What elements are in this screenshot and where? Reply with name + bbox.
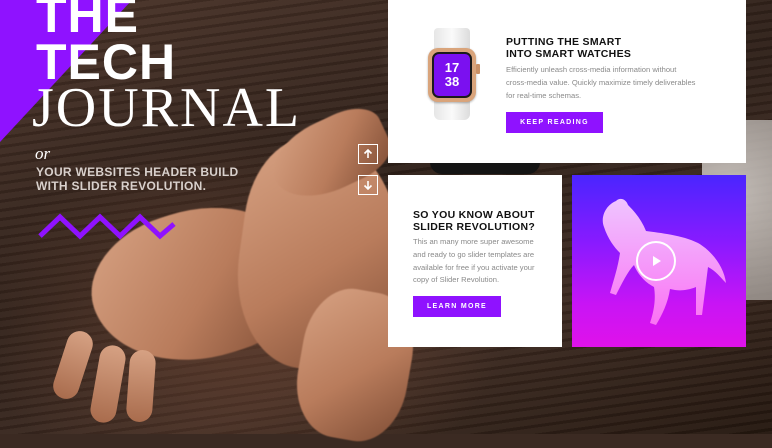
arrow-down-icon (363, 181, 373, 190)
heading-line: SLIDER REVOLUTION? (413, 221, 536, 233)
learn-more-button[interactable]: LEARN MORE (413, 296, 501, 317)
heading-line: INTO SMART WATCHES (506, 48, 632, 60)
card-body-text: Efficiently unleash cross-media informat… (506, 65, 696, 100)
play-button[interactable] (636, 241, 676, 281)
smart-watch-card: 17 38 PUTTING THE SMART INTO SMART WATCH… (388, 0, 746, 163)
video-card[interactable] (572, 175, 746, 347)
heading-line: PUTTING THE SMART (506, 36, 622, 48)
watch-strap (434, 28, 470, 50)
title-line-journal: JOURNAL (32, 77, 302, 139)
heading-line: SO YOU KNOW ABOUT (413, 209, 535, 221)
arrow-down-button[interactable] (358, 175, 378, 195)
arrow-up-icon (363, 149, 373, 158)
zigzag-decoration (38, 213, 176, 240)
watch-case: 17 38 (428, 48, 476, 102)
card-heading: PUTTING THE SMART INTO SMART WATCHES (506, 36, 706, 60)
hero-subtitle: YOUR WEBSITES HEADER BUILD WITH SLIDER R… (36, 165, 266, 193)
play-icon (653, 256, 661, 266)
watch-crown (476, 64, 480, 74)
arrow-up-button[interactable] (358, 144, 378, 164)
card-heading: SO YOU KNOW ABOUT SLIDER REVOLUTION? (413, 209, 553, 233)
or-text: or (35, 144, 51, 163)
watch-hour: 17 (444, 60, 460, 75)
card-body-text: This an many more super awesome and read… (413, 237, 535, 285)
finger (125, 349, 157, 423)
watch-screen: 17 38 (432, 52, 472, 98)
subtitle-line: YOUR WEBSITES HEADER BUILD (36, 165, 239, 179)
keep-reading-button[interactable]: KEEP READING (506, 112, 603, 133)
watch-minute: 38 (444, 74, 460, 89)
slider-revolution-card: SO YOU KNOW ABOUT SLIDER REVOLUTION? Thi… (388, 175, 562, 347)
subtitle-line: WITH SLIDER REVOLUTION. (36, 179, 207, 193)
